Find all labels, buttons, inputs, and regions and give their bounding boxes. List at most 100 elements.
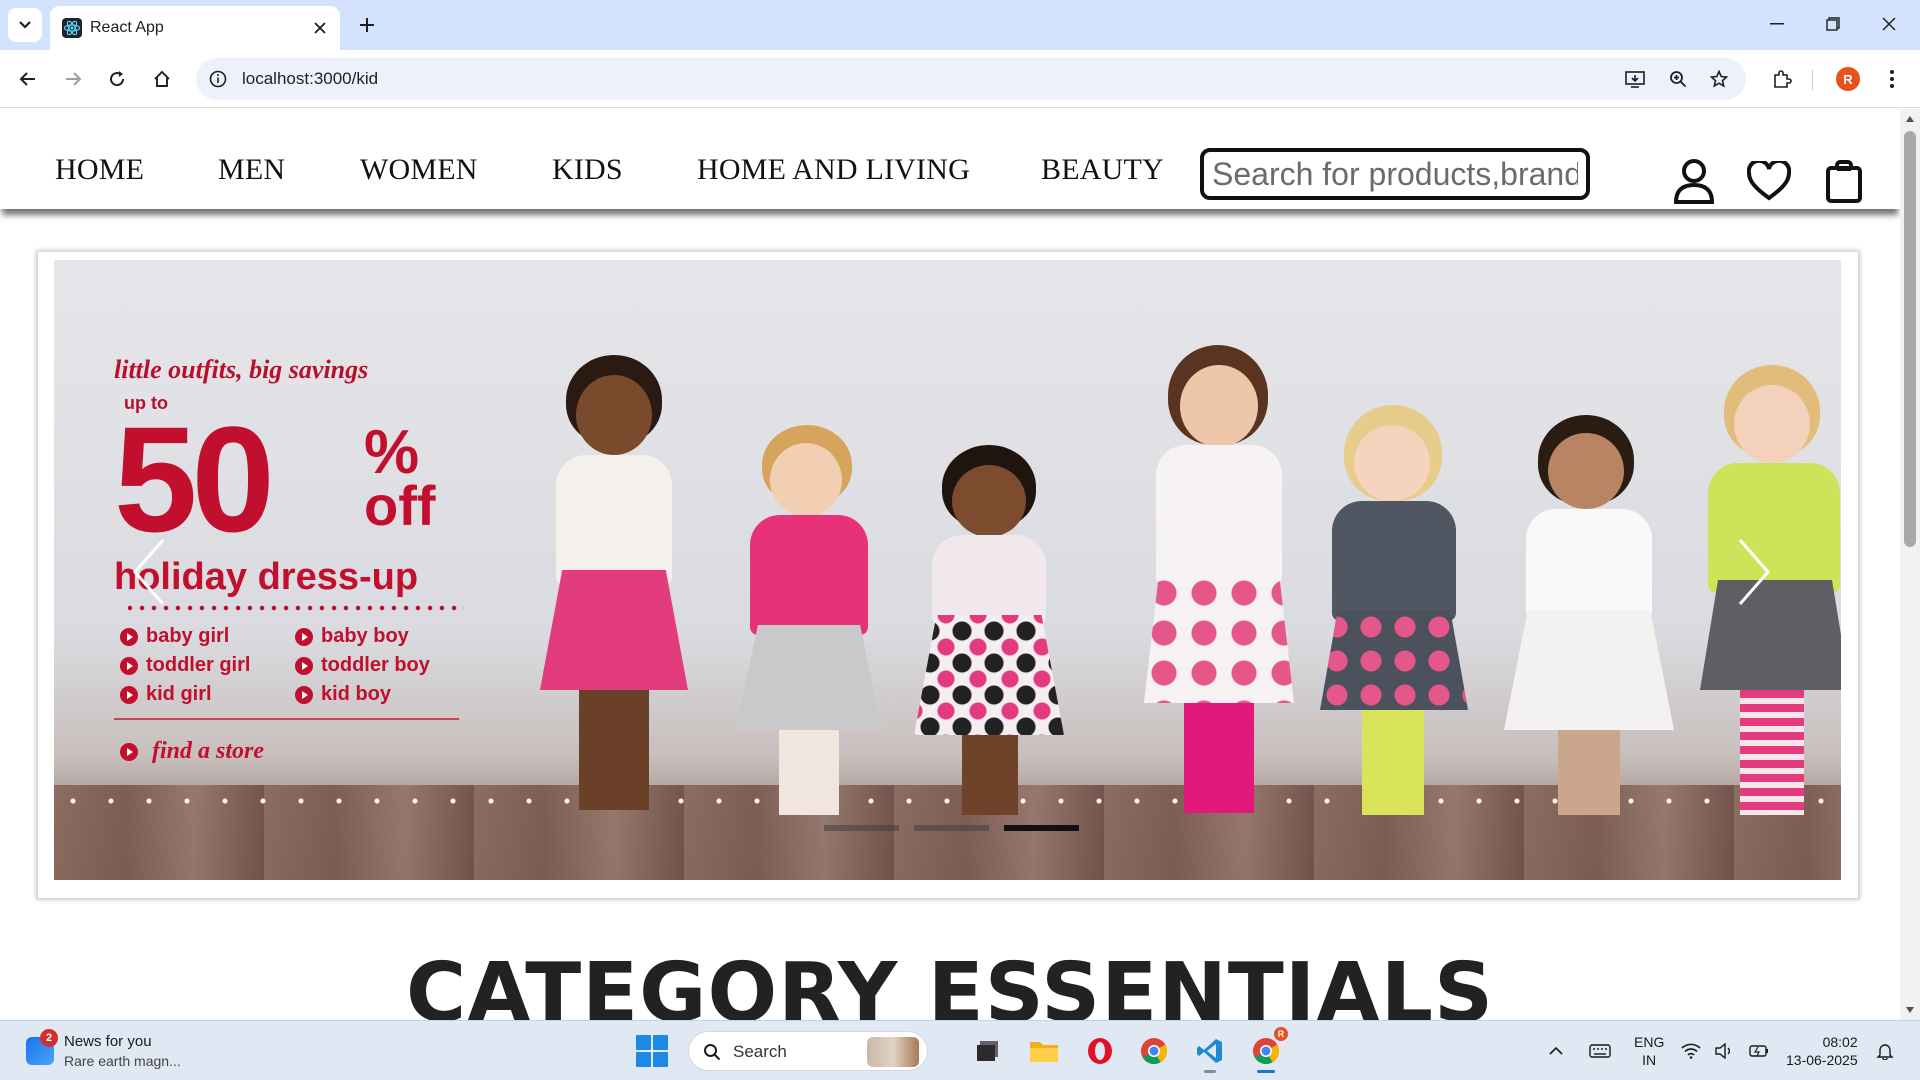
chrome-icon[interactable] (1134, 1031, 1174, 1071)
minimize-window-icon[interactable] (1754, 6, 1800, 42)
page-scrollbar[interactable] (1900, 109, 1920, 1020)
play-bullet-icon (120, 742, 138, 761)
search-highlight-image (867, 1037, 919, 1067)
kid-figure (734, 425, 884, 825)
play-bullet-icon (295, 656, 313, 675)
kid-figure (1314, 405, 1474, 825)
promo-rule (114, 718, 459, 720)
reload-icon[interactable] (99, 61, 135, 97)
tab-title: React App (90, 19, 164, 36)
play-bullet-icon (120, 627, 138, 646)
profile-icon[interactable] (1670, 157, 1718, 205)
wifi-icon[interactable] (1676, 1031, 1706, 1071)
carousel-indicator-2[interactable] (914, 825, 989, 831)
toolbar-divider (1812, 70, 1813, 90)
install-app-icon[interactable] (1622, 66, 1648, 92)
promo-off-text: off (364, 474, 436, 537)
nav-link-men[interactable]: MEN (218, 153, 285, 187)
taskbar-search-box[interactable]: Search (688, 1031, 928, 1071)
carousel-indicator-3[interactable] (1004, 825, 1079, 831)
play-bullet-icon (120, 685, 138, 704)
tab-search-button[interactable] (8, 8, 42, 42)
kid-figure (534, 355, 694, 825)
category-essentials-heading: CATEGORY ESSENTIALS (405, 946, 1495, 1020)
keyboard-icon[interactable] (1582, 1031, 1618, 1071)
promo-category-item: kid girl (120, 683, 295, 706)
address-bar[interactable]: localhost:3000/kid (196, 58, 1746, 100)
notification-bell-icon[interactable] (1870, 1031, 1900, 1071)
restore-window-icon[interactable] (1810, 6, 1856, 42)
home-icon[interactable] (144, 61, 180, 97)
browser-menu-kebab-icon[interactable] (1874, 61, 1910, 97)
clock-date: 13-06-2025 (1786, 1052, 1858, 1068)
chrome-profile-icon[interactable]: R (1246, 1027, 1288, 1073)
play-bullet-icon (120, 656, 138, 675)
kid-figure (1504, 415, 1674, 825)
carousel-slide-image: little outfits, big savings up to 50 % o… (54, 260, 1841, 880)
promo-category-item: baby boy (295, 625, 470, 648)
carousel-indicator-1[interactable] (824, 825, 899, 831)
back-arrow-icon[interactable] (10, 61, 46, 97)
play-bullet-icon (295, 685, 313, 704)
search-icon (701, 1041, 723, 1063)
profile-avatar-button[interactable]: R (1830, 61, 1866, 97)
language-indicator[interactable]: ENG IN (1634, 1033, 1664, 1069)
carousel-next-chevron-icon[interactable] (1724, 532, 1784, 612)
nav-link-kids[interactable]: KIDS (552, 153, 623, 187)
page-viewport: HOME MEN WOMEN KIDS HOME AND LIVING BEAU… (0, 109, 1920, 1020)
avatar: R (1836, 67, 1860, 91)
scroll-up-arrow-icon[interactable] (1904, 113, 1916, 125)
chrome-profile-badge: R (1274, 1027, 1288, 1041)
bookmark-star-icon[interactable] (1706, 66, 1732, 92)
clock[interactable]: 08:02 13-06-2025 (1786, 1033, 1858, 1069)
show-hidden-icons-chevron-icon[interactable] (1542, 1031, 1570, 1071)
taskbar-search-label: Search (733, 1042, 787, 1061)
nav-link-women[interactable]: WOMEN (360, 153, 478, 187)
nav-link-home[interactable]: HOME (55, 153, 144, 187)
vscode-icon[interactable] (1190, 1031, 1230, 1073)
promo-category-item: toddler girl (120, 654, 295, 677)
carousel-indicators (824, 825, 1079, 831)
nav-link-home-and-living[interactable]: HOME AND LIVING (697, 153, 970, 187)
news-widget[interactable]: 2 News for you Rare earth magn... (20, 1029, 220, 1073)
find-a-store-link: find a store (120, 738, 470, 765)
battery-icon[interactable] (1744, 1031, 1774, 1071)
news-title: News for you (64, 1033, 152, 1050)
browser-toolbar: localhost:3000/kid R (0, 50, 1920, 108)
close-window-icon[interactable] (1866, 6, 1912, 42)
chevron-down-icon (19, 21, 31, 29)
news-subtitle: Rare earth magn... (64, 1053, 181, 1069)
site-info-icon[interactable] (206, 67, 230, 91)
clock-time: 08:02 (1822, 1034, 1858, 1050)
zoom-icon[interactable] (1665, 66, 1691, 92)
promo-tagline: little outfits, big savings (114, 355, 369, 384)
react-logo-icon (62, 18, 82, 38)
browser-tab-active[interactable]: React App (50, 6, 340, 50)
url-text: localhost:3000/kid (242, 69, 379, 88)
nav-link-beauty[interactable]: BEAUTY (1041, 153, 1164, 187)
forward-arrow-icon[interactable] (55, 61, 91, 97)
promo-category-item: kid boy (295, 683, 470, 706)
news-notification-badge: 2 (40, 1029, 58, 1047)
volume-speaker-icon[interactable] (1710, 1031, 1740, 1071)
file-explorer-icon[interactable] (1024, 1031, 1064, 1071)
new-tab-plus-icon[interactable] (352, 10, 382, 40)
task-view-icon[interactable] (968, 1031, 1008, 1071)
windows-start-icon[interactable] (636, 1035, 668, 1067)
browser-tabstrip: React App (0, 0, 1920, 50)
wishlist-heart-icon[interactable] (1745, 157, 1793, 205)
play-bullet-icon (295, 627, 313, 646)
promo-category-list: baby girl baby boy toddler girl toddler … (120, 625, 470, 706)
windows-taskbar: 2 News for you Rare earth magn... Search… (0, 1020, 1920, 1080)
site-navbar: HOME MEN WOMEN KIDS HOME AND LIVING BEAU… (0, 109, 1900, 209)
promo-category-item: baby girl (120, 625, 295, 648)
opera-browser-icon[interactable] (1080, 1031, 1120, 1071)
shopping-bag-icon[interactable] (1820, 157, 1868, 205)
scroll-down-arrow-icon[interactable] (1904, 1004, 1916, 1016)
hero-carousel: little outfits, big savings up to 50 % o… (38, 252, 1858, 898)
carousel-prev-chevron-icon[interactable] (119, 532, 179, 612)
scrollbar-thumb[interactable] (1904, 131, 1916, 547)
extensions-puzzle-icon[interactable] (1764, 61, 1800, 97)
close-tab-icon[interactable] (308, 16, 332, 40)
product-search-input[interactable] (1200, 148, 1590, 200)
